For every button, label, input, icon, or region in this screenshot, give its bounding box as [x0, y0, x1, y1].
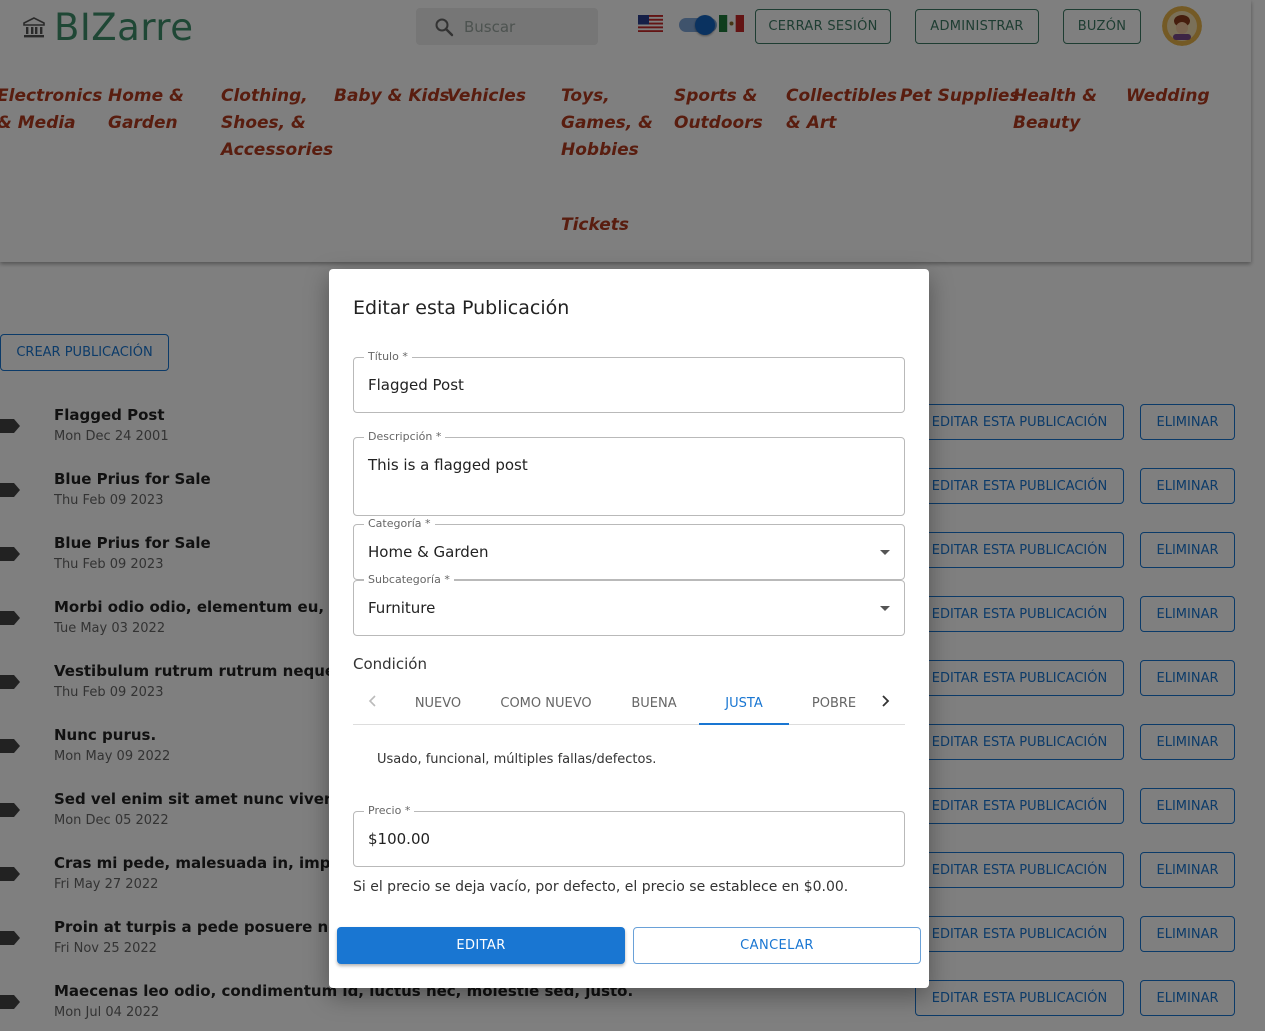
dialog-title: Editar esta Publicación: [353, 297, 570, 319]
category-select-value: Home & Garden: [368, 543, 489, 561]
submit-edit-button[interactable]: EDITAR: [337, 927, 625, 964]
tab-buena[interactable]: BUENA: [609, 681, 699, 725]
condition-tabs: NUEVO COMO NUEVO BUENA JUSTA POBRE: [353, 681, 905, 725]
tab-justa[interactable]: JUSTA: [699, 681, 789, 725]
price-field-label: Precio *: [364, 804, 415, 817]
condition-description: Usado, funcional, múltiples fallas/defec…: [377, 752, 657, 767]
title-field-value[interactable]: Flagged Post: [368, 376, 464, 394]
description-field-label: Descripción *: [364, 430, 446, 443]
category-select[interactable]: Categoría * Home & Garden: [353, 517, 905, 580]
active-tab-indicator: [699, 723, 789, 725]
price-field[interactable]: Precio * $100.00: [353, 804, 905, 867]
subcategory-select-value: Furniture: [368, 599, 436, 617]
edit-post-dialog: Editar esta Publicación Título * Flagged…: [329, 269, 929, 988]
dropdown-caret-icon[interactable]: [880, 550, 890, 555]
chevron-left-icon[interactable]: [363, 691, 383, 711]
dropdown-caret-icon[interactable]: [880, 606, 890, 611]
price-field-value[interactable]: $100.00: [368, 830, 430, 848]
condition-label: Condición: [353, 655, 427, 673]
tab-pobre[interactable]: POBRE: [789, 681, 879, 725]
tab-como-nuevo[interactable]: COMO NUEVO: [483, 681, 609, 725]
cancel-button[interactable]: CANCELAR: [633, 927, 921, 964]
subcategory-select[interactable]: Subcategoría * Furniture: [353, 573, 905, 636]
price-help-text: Si el precio se deja vacío, por defecto,…: [353, 879, 849, 895]
title-field-label: Título *: [364, 350, 412, 363]
category-select-label: Categoría *: [364, 517, 435, 530]
title-field[interactable]: Título * Flagged Post: [353, 350, 905, 413]
chevron-right-icon[interactable]: [875, 691, 895, 711]
tab-nuevo[interactable]: NUEVO: [393, 681, 483, 725]
description-field[interactable]: Descripción * This is a flagged post: [353, 430, 905, 516]
description-field-value[interactable]: This is a flagged post: [368, 456, 528, 474]
subcategory-select-label: Subcategoría *: [364, 573, 454, 586]
